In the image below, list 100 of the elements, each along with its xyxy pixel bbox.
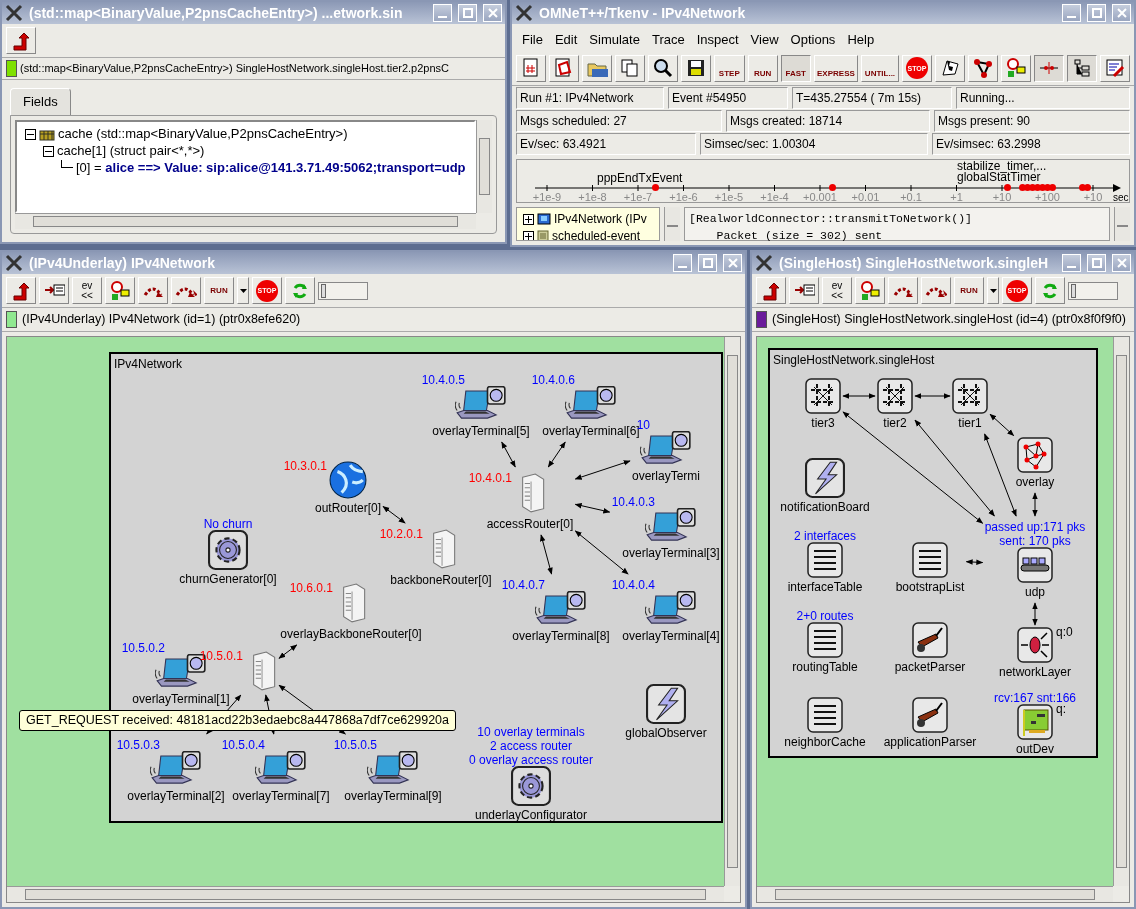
lightning-icon[interactable] (646, 683, 686, 724)
event-marker[interactable] (1084, 183, 1091, 191)
double-arrow-button[interactable] (171, 277, 201, 304)
list-icon[interactable] (807, 621, 843, 658)
parent-module-button[interactable] (6, 27, 36, 54)
inspect-button[interactable] (105, 277, 135, 304)
laptop-icon[interactable] (255, 750, 307, 787)
menu-item[interactable]: Simulate (583, 28, 646, 52)
menu-item[interactable]: File (516, 28, 549, 52)
wheelbarrow-icon[interactable] (912, 696, 948, 733)
puzzle-icon[interactable] (952, 377, 988, 414)
network-card-icon[interactable] (1017, 703, 1053, 740)
horizontal-scrollbar[interactable] (15, 213, 476, 229)
double-arrow-button[interactable] (921, 277, 951, 304)
vertical-scrollbar[interactable] (664, 206, 680, 241)
vertical-scrollbar[interactable] (476, 119, 492, 213)
refresh-button[interactable] (1035, 277, 1065, 304)
list-icon[interactable] (807, 696, 843, 733)
x-logo-icon[interactable] (755, 254, 773, 272)
gear-icon[interactable] (208, 529, 248, 570)
tree-item[interactable]: scheduled-event (552, 227, 641, 240)
tree-item[interactable]: cache[1] (struct pair<*,*>) (57, 141, 205, 161)
router-icon[interactable] (1017, 626, 1053, 663)
toolbar-button[interactable]: UNTIL... (860, 54, 899, 82)
tree-button[interactable] (1067, 54, 1097, 82)
dashed-arrow-button[interactable] (138, 277, 168, 304)
dashed-arrow-button[interactable] (888, 277, 918, 304)
laptop-icon[interactable] (535, 590, 587, 627)
search-button[interactable] (648, 54, 678, 82)
list-icon[interactable] (912, 541, 948, 578)
vertical-scrollbar[interactable] (1114, 206, 1130, 241)
tab[interactable]: Fields (10, 88, 71, 115)
options-button[interactable] (1100, 54, 1130, 82)
event-marker[interactable] (829, 183, 836, 191)
menu-item[interactable]: Help (841, 28, 881, 52)
inspect-button[interactable] (1001, 54, 1031, 82)
globe-icon[interactable] (329, 460, 367, 499)
slider-thumb[interactable] (321, 283, 327, 298)
vertical-scrollbar[interactable] (724, 336, 740, 886)
menu-item[interactable]: Options (784, 28, 842, 52)
list-icon[interactable] (807, 541, 843, 578)
menu-item[interactable]: View (744, 28, 785, 52)
speed-slider[interactable] (318, 281, 368, 300)
arrow-window-button[interactable] (789, 277, 819, 304)
vertical-scrollbar[interactable] (1113, 336, 1129, 886)
puzzle-icon[interactable] (877, 377, 913, 414)
laptop-icon[interactable] (565, 385, 617, 422)
tree-toggle[interactable] (25, 128, 36, 140)
laptop-icon[interactable] (367, 750, 419, 787)
up-arrow-button[interactable] (756, 277, 786, 304)
refresh-button[interactable] (285, 277, 315, 304)
toolbar-button[interactable]: ev << (72, 277, 102, 304)
laptop-icon[interactable] (455, 385, 507, 422)
laptop-icon[interactable] (640, 430, 692, 467)
lightning-icon[interactable] (805, 457, 845, 498)
network-button[interactable] (968, 54, 998, 82)
horizontal-scrollbar[interactable] (757, 886, 1113, 902)
arrow-window-button[interactable] (39, 277, 69, 304)
laptop-icon[interactable] (150, 750, 202, 787)
event-marker[interactable] (1049, 183, 1056, 191)
tree-toggle[interactable] (43, 145, 54, 157)
floppy-disk-button[interactable] (681, 54, 711, 82)
wheelbarrow-icon[interactable] (912, 621, 948, 658)
x-logo-icon[interactable] (515, 4, 533, 22)
timeline-button[interactable] (1034, 54, 1064, 82)
menu-item[interactable]: Trace (645, 28, 691, 52)
toolbar-button[interactable]: RUN (747, 54, 778, 82)
flags-button[interactable] (935, 54, 965, 82)
x-logo-icon[interactable] (5, 254, 23, 272)
event-marker[interactable] (1004, 183, 1011, 191)
toolbar-button[interactable]: STEP (714, 54, 745, 82)
menu-item[interactable]: Edit (548, 28, 584, 52)
menu-item[interactable]: Inspect (690, 28, 745, 52)
dropdown-button[interactable] (987, 277, 999, 304)
inspect-button[interactable] (855, 277, 885, 304)
gear-icon[interactable] (511, 765, 551, 806)
copy-button[interactable] (615, 54, 645, 82)
tree-item[interactable]: [0] = alice ==> Value: sip:alice@141.3.71.49:5062;transport=udp (76, 158, 466, 178)
toolbar-button[interactable]: RUN (204, 277, 234, 304)
horizontal-scrollbar[interactable] (7, 886, 724, 902)
laptop-icon[interactable] (645, 590, 697, 627)
x-logo-icon[interactable] (5, 4, 23, 22)
toolbar-button[interactable]: EXPRESS (813, 54, 858, 82)
tree-toggle[interactable] (523, 230, 534, 240)
laptop-icon[interactable] (645, 507, 697, 544)
tree-toggle[interactable] (523, 213, 534, 225)
document-button[interactable] (516, 54, 546, 82)
up-arrow-button[interactable] (6, 277, 36, 304)
event-marker[interactable] (652, 183, 659, 191)
tree-item[interactable]: cache (std::map<BinaryValue,P2pnsCacheEntry>) (58, 124, 348, 144)
toolbar-button[interactable]: FAST (780, 54, 811, 82)
puzzle-icon[interactable] (805, 377, 841, 414)
slider-thumb[interactable] (1071, 283, 1077, 298)
toolbar-button[interactable]: RUN (954, 277, 984, 304)
folder-button[interactable] (582, 54, 612, 82)
tree-item[interactable]: IPv4Network (IPv (554, 210, 647, 228)
conveyor-icon[interactable] (1017, 546, 1053, 583)
network-graph-icon[interactable] (1017, 436, 1053, 473)
dropdown-button[interactable] (237, 277, 249, 304)
speed-slider[interactable] (1068, 281, 1118, 300)
